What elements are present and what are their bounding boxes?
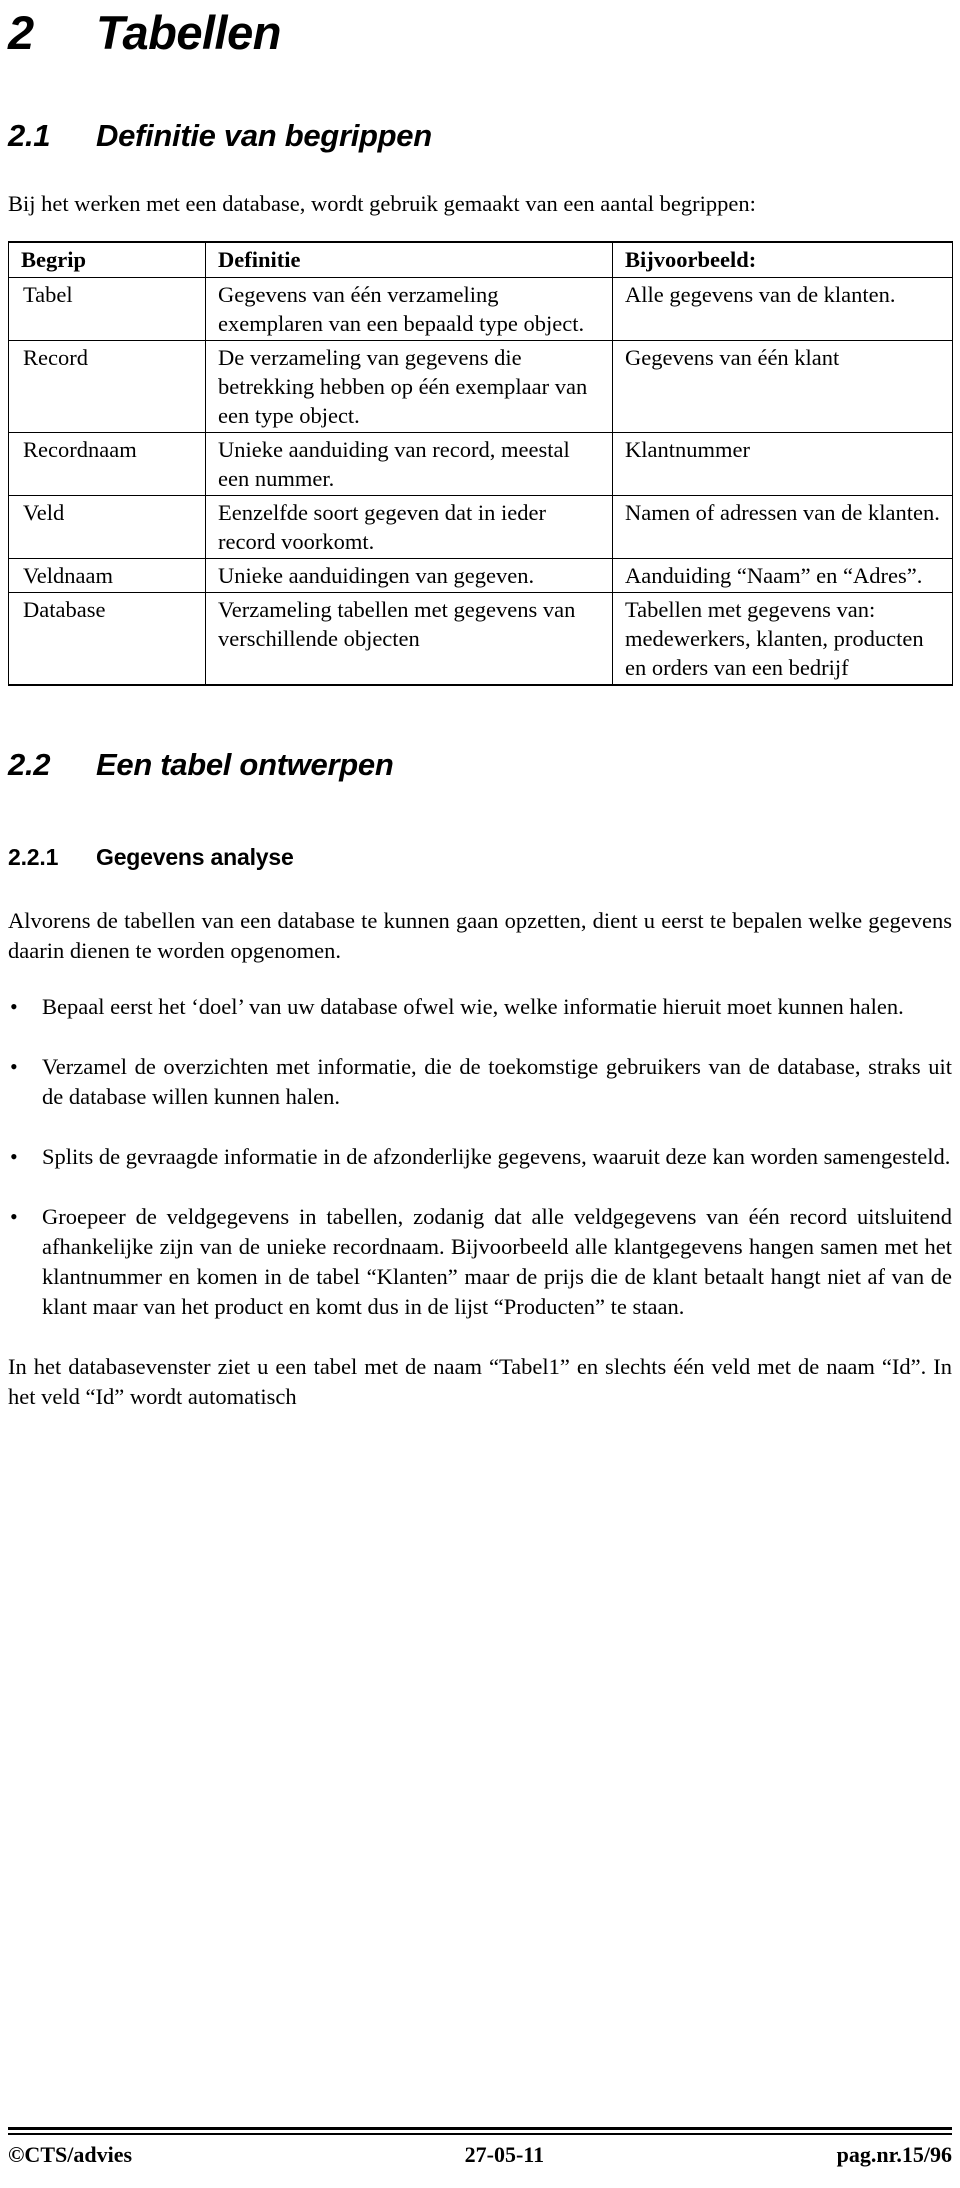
- page-title: 2 Tabellen: [8, 0, 952, 59]
- footer-page-number: pag.nr.15/96: [836, 2142, 952, 2167]
- section-number: 2.2: [8, 747, 51, 783]
- document-page: 2 Tabellen 2.1 Definitie van begrippen Bij…: [0, 0, 960, 2188]
- heading-2-2: 2.2 Een tabel ontwerpen: [8, 748, 952, 782]
- list-item-text: Splits de gevraagde informatie in de afz…: [42, 1143, 951, 1169]
- cell-bijvoorbeeld: Aanduiding “Naam” en “Adres”.: [612, 558, 953, 594]
- steps-list: • Bepaal eerst het ‘doel’ van uw databas…: [8, 992, 952, 1322]
- cell-definitie: Eenzelfde soort gegeven dat in ieder rec…: [205, 495, 613, 560]
- cell-definitie: Verzameling tabellen met gegevens van ve…: [205, 592, 613, 687]
- table-row: Veldnaam Unieke aanduidingen van gegeven…: [8, 558, 953, 594]
- section-title-text: Tabellen: [96, 6, 281, 59]
- list-item: • Bepaal eerst het ‘doel’ van uw databas…: [8, 992, 952, 1022]
- cell-begrip: Veldnaam: [8, 558, 206, 594]
- section-title-text: Definitie van begrippen: [96, 118, 432, 154]
- cell-bijvoorbeeld: Klantnummer: [612, 432, 953, 497]
- closing-paragraph: In het databasevenster ziet u een tabel …: [8, 1353, 952, 1409]
- begrippen-table: Begrip Definitie Bijvoorbeeld: Tabel Geg…: [8, 241, 953, 687]
- table-row: Database Verzameling tabellen met gegeve…: [8, 592, 953, 687]
- list-item: • Splits de gevraagde informatie in de a…: [8, 1142, 952, 1172]
- section-number: 2.2.1: [8, 843, 59, 870]
- cell-bijvoorbeeld: Gegevens van één klant: [612, 340, 953, 434]
- section-title-text: Een tabel ontwerpen: [96, 747, 394, 783]
- cell-bijvoorbeeld: Tabellen met gegevens van: medewerkers, …: [612, 592, 953, 687]
- footer-row: ©CTS/advies 27-05-11 pag.nr.15/96: [8, 2135, 952, 2170]
- cell-begrip: Database: [8, 592, 206, 687]
- intro-paragraph: Bij het werken met een database, wordt g…: [8, 191, 756, 217]
- footer-date: 27-05-11: [464, 2142, 545, 2167]
- cell-definitie: Unieke aanduiding van record, meestal ee…: [205, 432, 613, 497]
- list-item-text: Groepeer de veldgegevens in tabellen, zo…: [42, 1203, 952, 1319]
- cell-begrip: Recordnaam: [8, 432, 206, 497]
- footer-copyright: ©CTS/advies: [8, 2142, 133, 2167]
- bullet-icon: •: [10, 1143, 18, 1169]
- table-row: Veld Eenzelfde soort gegeven dat in iede…: [8, 495, 953, 560]
- bullet-icon: •: [10, 1203, 18, 1229]
- table-row: Record De verzameling van gegevens die b…: [8, 340, 953, 434]
- page-footer: ©CTS/advies 27-05-11 pag.nr.15/96: [8, 2127, 952, 2170]
- list-item-text: Verzamel de overzichten met informatie, …: [42, 1053, 952, 1109]
- cell-definitie: De verzameling van gegevens die betrekki…: [205, 340, 613, 434]
- section-number: 2.1: [8, 118, 51, 154]
- cell-bijvoorbeeld: Alle gegevens van de klanten.: [612, 277, 953, 342]
- cell-definitie: Gegevens van één verzameling exemplaren …: [205, 277, 613, 342]
- bullet-icon: •: [10, 993, 18, 1019]
- heading-2-2-1: 2.2.1 Gegevens analyse: [8, 843, 952, 870]
- column-header-begrip: Begrip: [8, 241, 206, 279]
- section-number: 2: [8, 6, 34, 59]
- list-item: • Verzamel de overzichten met informatie…: [8, 1052, 952, 1112]
- section-title-text: Gegevens analyse: [96, 843, 294, 870]
- bullet-icon: •: [10, 1053, 18, 1079]
- list-item: • Groepeer de veldgegevens in tabellen, …: [8, 1202, 952, 1322]
- table-row: Recordnaam Unieke aanduiding van record,…: [8, 432, 953, 497]
- table-header-row: Begrip Definitie Bijvoorbeeld:: [8, 241, 953, 279]
- cell-begrip: Veld: [8, 495, 206, 560]
- cell-begrip: Record: [8, 340, 206, 434]
- cell-bijvoorbeeld: Namen of adressen van de klanten.: [612, 495, 953, 560]
- table-row: Tabel Gegevens van één verzameling exemp…: [8, 277, 953, 342]
- column-header-definitie: Definitie: [205, 241, 613, 279]
- list-item-text: Bepaal eerst het ‘doel’ van uw database …: [42, 993, 904, 1019]
- heading-2-1: 2.1 Definitie van begrippen: [8, 119, 952, 153]
- column-header-bijvoorbeeld: Bijvoorbeeld:: [612, 241, 953, 279]
- cell-definitie: Unieke aanduidingen van gegeven.: [205, 558, 613, 594]
- analysis-paragraph: Alvorens de tabellen van een database te…: [8, 907, 952, 963]
- cell-begrip: Tabel: [8, 277, 206, 342]
